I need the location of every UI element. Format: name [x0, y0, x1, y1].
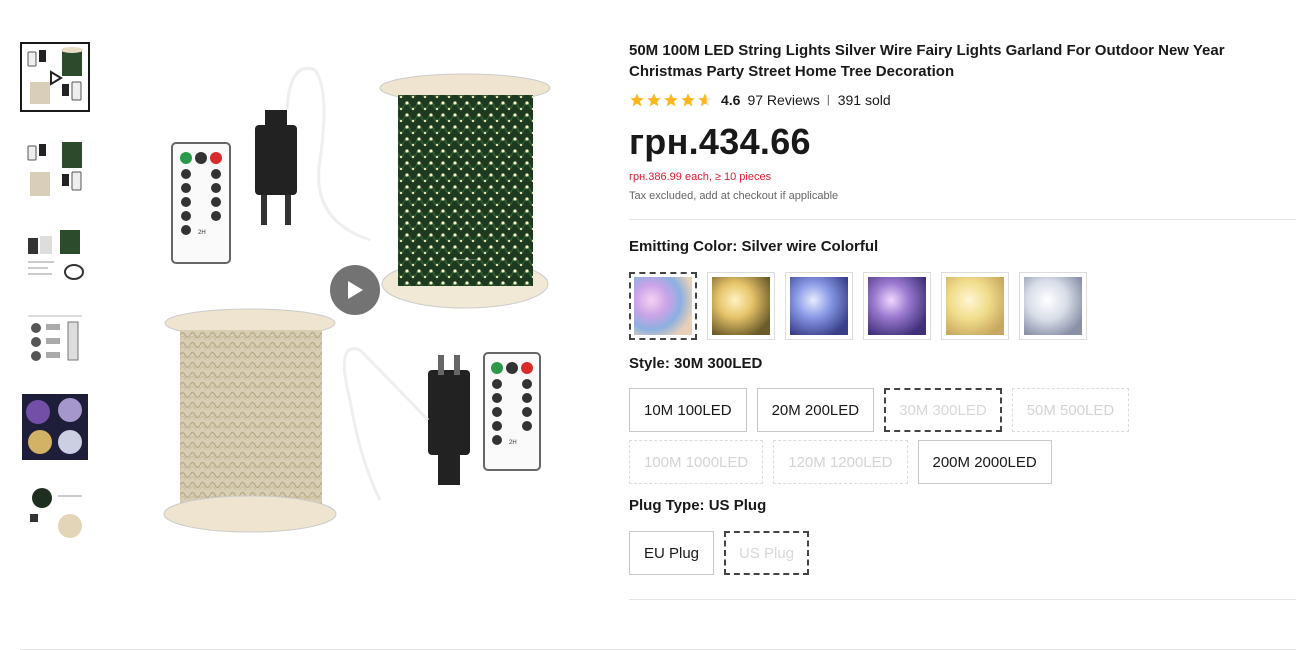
style-label: Style: 30M 300LED: [629, 355, 763, 372]
style-option[interactable]: 100M 1000LED: [629, 440, 764, 484]
style-option[interactable]: 30M 300LED: [884, 388, 1002, 432]
swatch-image: [712, 277, 770, 335]
plug-type-options: EU Plug US Plug: [629, 531, 810, 575]
thumbnail-image-4[interactable]: [20, 306, 90, 376]
sold-count: 391 sold: [837, 92, 891, 108]
style-option[interactable]: 200M 2000LED: [917, 440, 1052, 484]
emitting-color-swatches: [629, 272, 1087, 340]
style-option[interactable]: 120M 1200LED: [773, 440, 908, 484]
divider: [629, 219, 1296, 220]
star-icon: [698, 93, 712, 107]
swatch-image: [868, 277, 926, 335]
product-title: 50M 100M LED String Lights Silver Wire F…: [629, 42, 1225, 80]
emitting-color-label: Emitting Color: Silver wire Colorful: [629, 238, 879, 255]
star-icon: [681, 93, 695, 107]
play-video-button[interactable]: [330, 265, 380, 315]
tax-note: Tax excluded, add at checkout if applica…: [629, 190, 839, 202]
reviews-link[interactable]: 97 Reviews: [747, 92, 819, 108]
divider: [629, 599, 1296, 600]
swatch-image: [790, 277, 848, 335]
rating-row: 4.6 97 Reviews | 391 sold: [629, 90, 891, 110]
plug-option[interactable]: US Plug: [724, 531, 810, 575]
thumbnail-image-3[interactable]: [20, 220, 90, 290]
star-rating: [629, 92, 713, 108]
thumbnail-image-2[interactable]: [20, 134, 90, 204]
style-option[interactable]: 50M 500LED: [1011, 388, 1130, 432]
style-options-row-1: 10M 100LED 20M 200LED 30M 300LED 50M 500LED: [629, 388, 1130, 432]
play-icon: [348, 281, 363, 299]
star-icon: [630, 93, 644, 107]
swatch-image: [1024, 277, 1082, 335]
thumbnail-image-5[interactable]: [20, 392, 90, 462]
thumbnail-video[interactable]: [20, 42, 90, 112]
rating-separator: |: [826, 94, 830, 106]
svg-text:2H: 2H: [509, 440, 517, 446]
color-swatch[interactable]: [785, 272, 853, 340]
swatch-image: [946, 277, 1004, 335]
color-swatch[interactable]: [941, 272, 1009, 340]
swatch-image: [634, 277, 692, 335]
color-swatch[interactable]: [863, 272, 931, 340]
style-option[interactable]: 20M 200LED: [756, 388, 875, 432]
bulk-price: грн.386.99 each, ≥ 10 pieces: [629, 171, 772, 183]
rating-value: 4.6: [721, 92, 741, 108]
style-option[interactable]: 10M 100LED: [629, 388, 747, 432]
style-options-row-2: 100M 1000LED 120M 1200LED 200M 2000LED: [629, 440, 1052, 484]
star-icon: [647, 93, 661, 107]
color-swatch[interactable]: [707, 272, 775, 340]
star-icon: [664, 93, 678, 107]
color-swatch[interactable]: [629, 272, 697, 340]
color-swatch[interactable]: [1019, 272, 1087, 340]
plug-type-label: Plug Type: US Plug: [629, 497, 767, 514]
plug-option[interactable]: EU Plug: [629, 531, 715, 575]
thumbnail-image-6[interactable]: [20, 478, 90, 548]
svg-text:2H: 2H: [198, 230, 206, 236]
price: грн.434.66: [629, 121, 811, 162]
